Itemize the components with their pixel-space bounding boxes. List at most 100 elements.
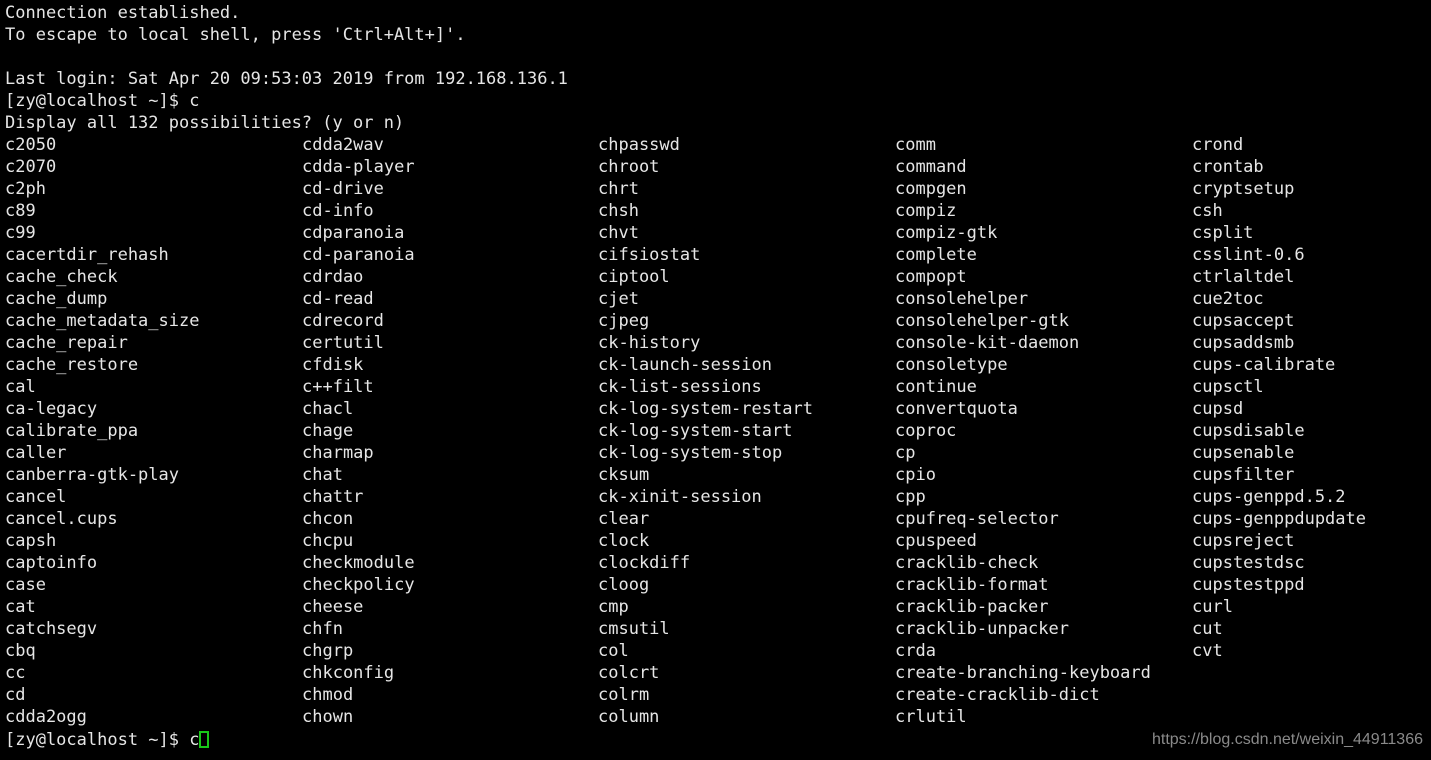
completion-item: cal: [5, 377, 36, 397]
completion-item: checkmodule: [302, 553, 415, 573]
completion-item: cd: [5, 685, 26, 705]
completion-item: cmp: [598, 597, 629, 617]
completion-item: chmod: [302, 685, 354, 705]
completion-item: cracklib-packer: [895, 597, 1049, 617]
completion-item: catchsegv: [5, 619, 98, 639]
completion-item: cd-drive: [302, 179, 384, 199]
completion-item: ciptool: [598, 267, 670, 287]
completion-item: captoinfo: [5, 553, 98, 573]
completion-item: cksum: [598, 465, 650, 485]
completion-column-2: cdda2wav cdda-player cd-drive cd-info cdpara…: [302, 134, 415, 728]
completion-item: compopt: [895, 267, 967, 287]
completion-item: calibrate_ppa: [5, 421, 139, 441]
completion-item: console-kit-daemon: [895, 333, 1080, 353]
completion-item: cracklib-check: [895, 553, 1039, 573]
completion-item: cache_restore: [5, 355, 139, 375]
completion-column-3: chpasswd chroot chrt chsh chvt cifsiostat cipt…: [598, 134, 813, 728]
completion-item: cc: [5, 663, 26, 683]
completion-item: chown: [302, 707, 354, 727]
completion-item: cupstestdsc: [1192, 553, 1305, 573]
completion-item: csslint-0.6: [1192, 245, 1305, 265]
completion-item: ck-list-sessions: [598, 377, 762, 397]
completion-item: cut: [1192, 619, 1223, 639]
completion-item: consoletype: [895, 355, 1008, 375]
completion-item: cdrecord: [302, 311, 384, 331]
completion-item: chage: [302, 421, 354, 441]
completion-item: cache_check: [5, 267, 118, 287]
completion-item: cupsreject: [1192, 531, 1295, 551]
completion-item: cupsaccept: [1192, 311, 1295, 331]
completion-item: c2ph: [5, 179, 46, 199]
completion-item: cjet: [598, 289, 639, 309]
completion-item: cfdisk: [302, 355, 364, 375]
completion-item: cupsfilter: [1192, 465, 1295, 485]
text-cursor: [199, 731, 210, 748]
completion-item: clock: [598, 531, 650, 551]
completion-item: cifsiostat: [598, 245, 701, 265]
completion-item: column: [598, 707, 660, 727]
completion-item: ck-xinit-session: [598, 487, 762, 507]
completion-item: charmap: [302, 443, 374, 463]
completion-item: cpp: [895, 487, 926, 507]
completion-item: complete: [895, 245, 977, 265]
completion-item: cvt: [1192, 641, 1223, 661]
completion-item: crontab: [1192, 157, 1264, 177]
completion-item: create-branching-keyboard: [895, 663, 1151, 683]
completion-item: colrm: [598, 685, 650, 705]
completion-item: chacl: [302, 399, 354, 419]
completion-item: convertquota: [895, 399, 1018, 419]
completion-item: c2050: [5, 135, 57, 155]
completion-item: cdparanoia: [302, 223, 405, 243]
completion-item: c++filt: [302, 377, 374, 397]
completion-item: cupsdisable: [1192, 421, 1305, 441]
completion-item: consolehelper-gtk: [895, 311, 1069, 331]
completion-item: canberra-gtk-play: [5, 465, 179, 485]
completion-item: cups-genppd.5.2: [1192, 487, 1346, 507]
completion-item: cryptsetup: [1192, 179, 1295, 199]
completion-item: ck-launch-session: [598, 355, 772, 375]
prompt-line-bottom[interactable]: [zy@localhost ~]$ c: [5, 729, 210, 751]
completion-item: cancel: [5, 487, 67, 507]
completion-item: cat: [5, 597, 36, 617]
completion-item: chat: [302, 465, 343, 485]
completion-item: cpuspeed: [895, 531, 977, 551]
terminal-window[interactable]: Connection established. To escape to loc…: [0, 0, 1431, 760]
completion-item: compiz-gtk: [895, 223, 998, 243]
completion-item: clear: [598, 509, 650, 529]
completion-item: chkconfig: [302, 663, 395, 683]
completion-item: cloog: [598, 575, 650, 595]
connection-established-message: Connection established.: [5, 3, 241, 23]
completion-item: capsh: [5, 531, 57, 551]
completion-item: cdda2ogg: [5, 707, 87, 727]
completion-item: cd-info: [302, 201, 374, 221]
completion-item: checkpolicy: [302, 575, 415, 595]
completion-column-4: comm command compgen compiz compiz-gtk comple…: [895, 134, 1151, 728]
completion-item: cd-paranoia: [302, 245, 415, 265]
shell-prompt-text: [zy@localhost ~]$: [5, 730, 190, 750]
completion-item: cd-read: [302, 289, 374, 309]
completion-item: colcrt: [598, 663, 660, 683]
completion-item: cache_dump: [5, 289, 108, 309]
completion-item: compgen: [895, 179, 967, 199]
completion-item: ck-history: [598, 333, 701, 353]
completion-item: chcon: [302, 509, 354, 529]
completion-item: cue2toc: [1192, 289, 1264, 309]
completion-item: certutil: [302, 333, 384, 353]
completion-item: cjpeg: [598, 311, 650, 331]
completion-item: chsh: [598, 201, 639, 221]
completion-item: cups-genppdupdate: [1192, 509, 1366, 529]
completion-item: ck-log-system-restart: [598, 399, 813, 419]
completion-item: continue: [895, 377, 977, 397]
completion-column-1: c2050 c2070 c2ph c89 c99 cacertdir_rehash cach…: [5, 134, 199, 728]
completion-item: crond: [1192, 135, 1244, 155]
completion-item: case: [5, 575, 46, 595]
completion-item: cupsaddsmb: [1192, 333, 1295, 353]
completion-item: cpufreq-selector: [895, 509, 1059, 529]
completion-item: cracklib-unpacker: [895, 619, 1069, 639]
completion-item: consolehelper: [895, 289, 1029, 309]
completion-item: cpio: [895, 465, 936, 485]
completion-item: cancel.cups: [5, 509, 118, 529]
completion-item: cupsctl: [1192, 377, 1264, 397]
typed-command-text: c: [189, 730, 200, 750]
